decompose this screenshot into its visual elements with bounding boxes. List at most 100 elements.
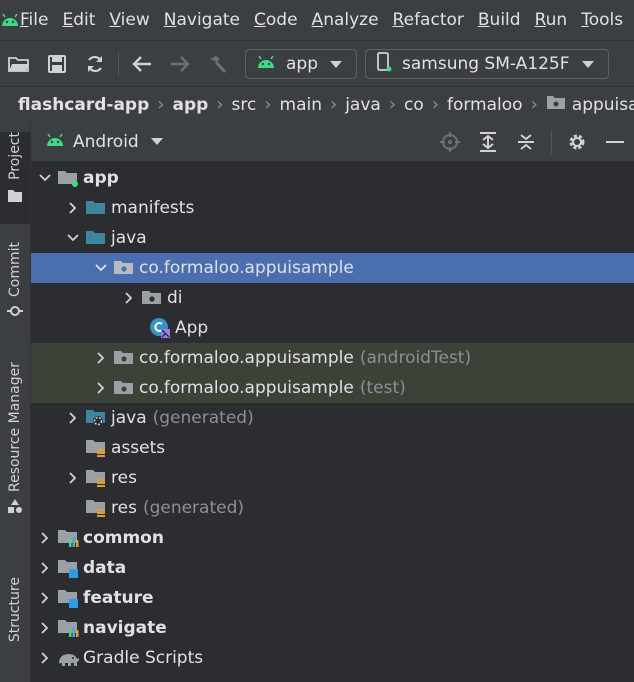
chevron-right-icon[interactable] (63, 202, 83, 214)
menu-view[interactable]: View (109, 10, 155, 30)
save-icon[interactable] (38, 44, 76, 84)
chevron-down-icon[interactable] (91, 264, 111, 272)
chevron-right-icon[interactable] (63, 472, 83, 484)
resource-manager-icon (7, 498, 23, 519)
phone-icon (376, 51, 392, 77)
back-arrow-icon[interactable] (123, 44, 161, 84)
chevron-right-icon[interactable] (63, 412, 83, 424)
tab-resource-manager[interactable]: Resource Manager (0, 362, 30, 532)
chevron-right-icon[interactable] (35, 532, 55, 544)
tree-node-label: manifests (111, 198, 195, 218)
sync-icon[interactable] (76, 44, 114, 84)
tree-node-app[interactable]: app (31, 163, 634, 193)
tab-structure[interactable]: Structure (0, 577, 30, 677)
library-module-icon (55, 618, 81, 638)
tree-node-label: java (111, 408, 147, 428)
tree-node-data[interactable]: data (31, 553, 634, 583)
chevron-down-icon[interactable] (63, 234, 83, 242)
breadcrumb-chevron-icon: › (216, 94, 224, 115)
tree-node-label: res (111, 468, 137, 488)
tree-node-di[interactable]: di (31, 283, 634, 313)
build-hammer-icon[interactable] (199, 44, 237, 84)
collapse-all-icon[interactable] (507, 122, 545, 162)
tree-node-package[interactable]: co.formaloo.appuisample (31, 253, 634, 283)
tree-node-manifests[interactable]: manifests (31, 193, 634, 223)
menu-file[interactable]: File (20, 10, 54, 30)
menu-navigate[interactable]: Navigate (164, 10, 246, 30)
breadcrumb-chevron-icon: › (157, 94, 165, 115)
folder-icon (83, 199, 109, 217)
tree-node-feature[interactable]: feature (31, 583, 634, 613)
chevron-down-icon (581, 60, 594, 68)
tree-node-res-generated[interactable]: res (generated) (31, 493, 634, 523)
tree-node-assets[interactable]: assets (31, 433, 634, 463)
chevron-right-icon[interactable] (119, 292, 139, 304)
chevron-right-icon[interactable] (35, 652, 55, 664)
folder-icon (83, 229, 109, 247)
breadcrumb-item[interactable]: flashcard-app (18, 95, 149, 115)
breadcrumb-item[interactable]: formaloo (447, 95, 523, 115)
menu-build[interactable]: Build (478, 10, 527, 30)
minimize-icon[interactable] (596, 122, 634, 162)
forward-arrow-icon[interactable] (161, 44, 199, 84)
tree-node-app-class[interactable]: App (31, 313, 634, 343)
breadcrumb-chevron-icon: › (431, 94, 439, 115)
android-icon (45, 132, 65, 152)
chevron-right-icon[interactable] (91, 352, 111, 364)
package-folder-icon (111, 349, 137, 367)
chevron-right-icon[interactable] (91, 382, 111, 394)
tree-node-label: co.formaloo.appuisample (139, 378, 354, 398)
tree-node-common[interactable]: common (31, 523, 634, 553)
chevron-right-icon[interactable] (35, 622, 55, 634)
tree-node-label: data (83, 558, 127, 578)
tree-node-package-androidtest[interactable]: co.formaloo.appuisample (androidTest) (31, 343, 634, 373)
breadcrumb-item[interactable]: co (404, 95, 424, 115)
breadcrumb-item[interactable]: src (231, 95, 256, 115)
project-view-dropdown[interactable]: Android (31, 132, 163, 152)
package-folder-icon (546, 94, 566, 115)
tree-node-label: feature (83, 588, 154, 608)
chevron-right-icon[interactable] (35, 562, 55, 574)
breadcrumb-item[interactable]: app (172, 95, 208, 115)
package-folder-icon (139, 289, 165, 307)
tab-project[interactable]: Project (0, 132, 30, 224)
gear-icon[interactable] (558, 122, 596, 162)
device-label: samsung SM-A125F (402, 54, 570, 74)
tree-node-label: Gradle Scripts (83, 648, 204, 668)
tree-node-gradle-scripts[interactable]: Gradle Scripts (31, 643, 634, 673)
breadcrumb-item[interactable]: main (280, 95, 322, 115)
menu-edit[interactable]: Edit (62, 10, 101, 30)
menu-refactor[interactable]: Refactor (393, 10, 470, 30)
tree-node-package-test[interactable]: co.formaloo.appuisample (test) (31, 373, 634, 403)
menu-run[interactable]: Run (535, 10, 574, 30)
tree-node-label: common (83, 528, 164, 548)
menu-analyze[interactable]: Analyze (312, 10, 385, 30)
tree-node-label: app (83, 168, 119, 188)
chevron-right-icon[interactable] (35, 592, 55, 604)
expand-all-icon[interactable] (469, 122, 507, 162)
package-folder-icon (111, 259, 137, 277)
device-dropdown[interactable]: samsung SM-A125F (365, 49, 609, 79)
tab-commit[interactable]: Commit (0, 242, 30, 330)
tree-node-label: App (175, 318, 209, 338)
open-folder-icon[interactable] (0, 44, 38, 84)
java-library-module-icon (55, 558, 81, 578)
run-config-dropdown[interactable]: app (245, 49, 357, 79)
tree-node-java[interactable]: java (31, 223, 634, 253)
run-config-label: app (286, 54, 318, 74)
project-panel-header: Android (31, 122, 634, 162)
library-module-icon (55, 528, 81, 548)
menu-code[interactable]: Code (254, 10, 304, 30)
tree-node-res[interactable]: res (31, 463, 634, 493)
kotlin-class-icon (147, 317, 173, 339)
tree-node-java-generated[interactable]: java (generated) (31, 403, 634, 433)
resource-folder-icon (83, 498, 109, 518)
chevron-down-icon[interactable] (35, 174, 55, 182)
module-folder-icon (55, 169, 81, 187)
breadcrumb-item[interactable]: java (345, 95, 381, 115)
actions-separator (551, 130, 552, 154)
locate-file-icon[interactable] (431, 122, 469, 162)
tree-node-navigate[interactable]: navigate (31, 613, 634, 643)
menu-tools[interactable]: Tools (581, 10, 629, 30)
breadcrumb-item[interactable]: appuisample (572, 95, 634, 115)
